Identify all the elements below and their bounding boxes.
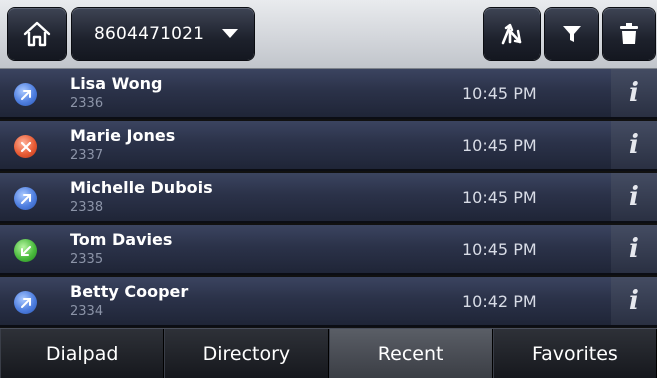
recent-calls-screen: 8604471021 Lisa Wong 2336 10:45 PM i Mar…: [0, 0, 657, 378]
trash-icon: [620, 23, 638, 44]
tab-dialpad[interactable]: Dialpad: [0, 329, 165, 378]
call-time: 10:45 PM: [462, 188, 537, 207]
contact-extension: 2334: [70, 304, 104, 319]
delete-button[interactable]: [603, 8, 655, 60]
line-selector-dropdown[interactable]: 8604471021: [72, 8, 254, 60]
contact-name: Betty Cooper: [70, 282, 189, 301]
line-number: 8604471021: [94, 24, 205, 44]
call-time: 10:42 PM: [462, 292, 537, 311]
contact-extension: 2337: [70, 148, 104, 163]
contact-name: Lisa Wong: [70, 74, 163, 93]
call-time: 10:45 PM: [462, 136, 537, 155]
info-button[interactable]: i: [611, 121, 657, 169]
filter-button[interactable]: [545, 8, 598, 60]
call-row[interactable]: Michelle Dubois 2338 10:45 PM i: [0, 173, 657, 223]
info-button[interactable]: i: [611, 173, 657, 221]
tab-recent[interactable]: Recent: [328, 329, 493, 378]
info-button[interactable]: i: [611, 69, 657, 117]
info-button[interactable]: i: [611, 225, 657, 273]
top-toolbar: 8604471021: [0, 0, 657, 69]
contact-name: Tom Davies: [70, 230, 173, 249]
call-time: 10:45 PM: [462, 84, 537, 103]
sort-button[interactable]: [484, 8, 540, 60]
filter-icon: [562, 26, 581, 42]
call-row[interactable]: Tom Davies 2335 10:45 PM i: [0, 225, 657, 275]
bottom-tab-bar: Dialpad Directory Recent Favorites: [0, 328, 657, 378]
call-row[interactable]: Lisa Wong 2336 10:45 PM i: [0, 69, 657, 119]
recent-calls-list: Lisa Wong 2336 10:45 PM i Marie Jones 23…: [0, 69, 657, 327]
info-icon: i: [629, 286, 639, 316]
missed-call-icon: [14, 135, 37, 158]
info-icon: i: [629, 130, 639, 160]
info-icon: i: [629, 78, 639, 108]
contact-name: Marie Jones: [70, 126, 176, 145]
contact-extension: 2336: [70, 96, 104, 111]
info-button[interactable]: i: [611, 277, 657, 325]
home-icon: [23, 21, 51, 47]
received-call-icon: [14, 239, 37, 262]
tab-favorites[interactable]: Favorites: [492, 329, 657, 378]
outgoing-call-icon: [14, 291, 37, 314]
chevron-down-icon: [222, 29, 238, 38]
contact-name: Michelle Dubois: [70, 178, 213, 197]
outgoing-call-icon: [14, 83, 37, 106]
outgoing-call-icon: [14, 187, 37, 210]
sort-arrows-icon: [501, 23, 522, 45]
tab-directory[interactable]: Directory: [164, 329, 329, 378]
contact-extension: 2338: [70, 200, 104, 215]
info-icon: i: [629, 234, 639, 264]
contact-extension: 2335: [70, 252, 104, 267]
info-icon: i: [629, 182, 639, 212]
call-row[interactable]: Marie Jones 2337 10:45 PM i: [0, 121, 657, 171]
home-button[interactable]: [8, 8, 66, 60]
call-time: 10:45 PM: [462, 240, 537, 259]
call-row[interactable]: Betty Cooper 2334 10:42 PM i: [0, 277, 657, 327]
